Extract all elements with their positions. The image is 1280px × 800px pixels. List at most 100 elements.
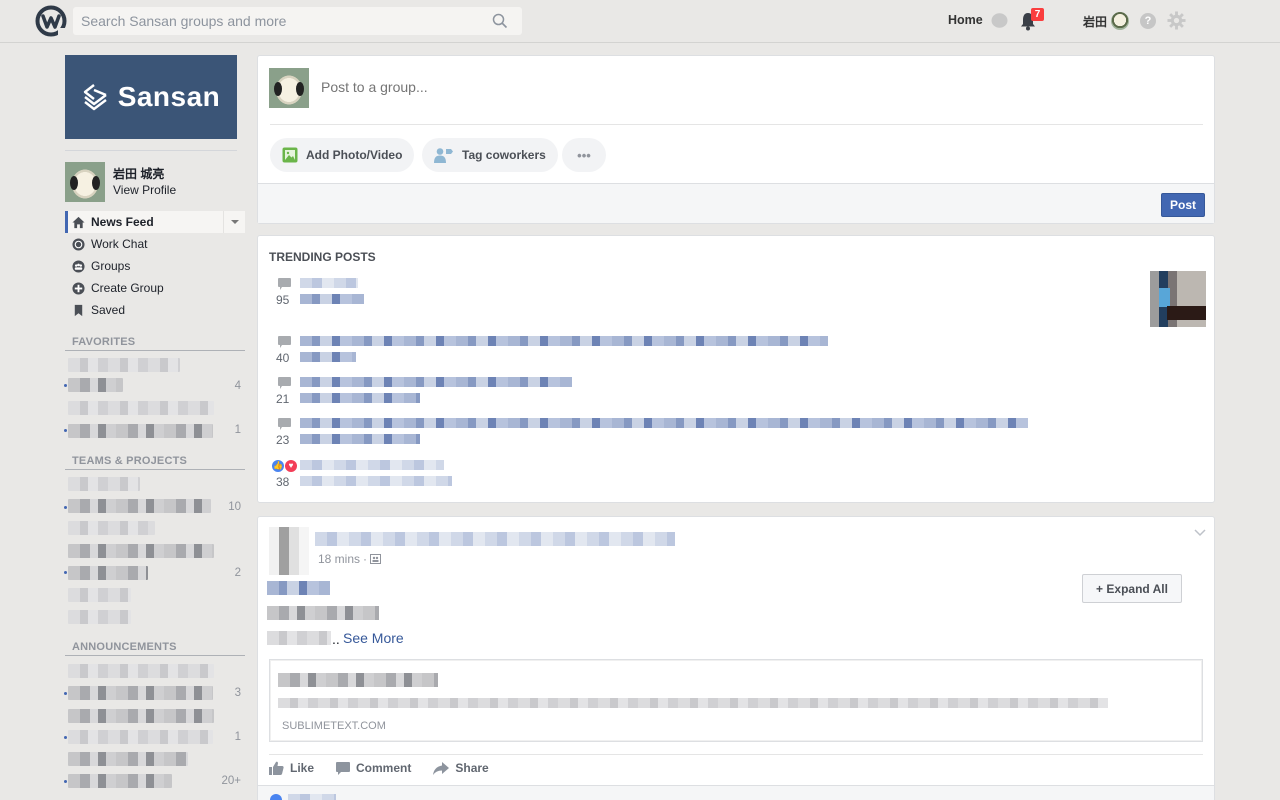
sidebar-group-link[interactable] [68,544,214,558]
sidebar-group-link[interactable] [68,378,123,392]
unread-dot [64,780,67,783]
share-arrow-icon [433,761,450,775]
love-reaction-icon: ♥ [285,460,297,472]
sidebar-group-link[interactable] [68,730,213,744]
brand-name: Sansan [117,81,221,112]
search-input[interactable] [73,7,473,35]
sidebar-group-link[interactable] [68,358,180,372]
meta-separator: · [363,552,368,566]
sidebar-group-link[interactable] [68,610,131,624]
sidebar-group-link[interactable] [68,499,211,513]
comment-label: Comment [356,761,412,775]
sidebar-nav: News Feed Work Chat Groups Create Group … [65,211,245,321]
plus-circle-icon [72,281,85,295]
bookmark-icon [74,304,83,316]
commenter-name[interactable] [288,794,336,800]
group-unread-count: 10 [228,501,241,513]
trending-post-title[interactable] [300,336,828,346]
composer-divider [270,124,1203,125]
post-author-and-group[interactable] [315,532,675,546]
trending-post-thumbnail[interactable] [1150,271,1206,327]
sidebar-group-link[interactable] [68,752,188,766]
profile-avatar[interactable] [65,162,105,202]
comment-count: 23 [276,433,290,447]
sidebar-group-link[interactable] [68,588,131,602]
share-button[interactable]: Share [433,761,489,775]
post-button[interactable]: Post [1161,193,1205,217]
sidebar-item-create-group[interactable]: Create Group [65,277,245,299]
trending-post-item[interactable]: 👍 ♥ 38 [258,460,1214,492]
post-text-line [267,606,379,620]
post-text-line [267,581,330,595]
post-timestamp[interactable]: 18 mins [318,552,360,566]
sidebar-group-link[interactable] [68,664,214,678]
trending-post-title[interactable] [300,377,572,387]
add-photo-video-button[interactable]: Add Photo/Video [270,138,415,172]
section-title-favorites[interactable]: FAVORITES [72,336,135,348]
post-input[interactable] [321,79,921,95]
comment-button[interactable]: Comment [336,761,411,775]
trending-post-group[interactable] [300,434,420,444]
section-divider [65,469,245,470]
tag-coworkers-button[interactable]: Tag coworkers [422,138,558,172]
sidebar-item-work-chat[interactable]: Work Chat [65,233,245,255]
user-avatar[interactable] [1111,12,1129,30]
sidebar-group-link[interactable] [68,401,214,415]
company-brand-banner[interactable]: Sansan [65,55,237,139]
sidebar-group-link[interactable] [68,424,213,438]
news-feed-options-dropdown[interactable] [223,211,245,233]
settings-gear-icon[interactable] [1167,11,1186,30]
link-preview-domain: SUBLIMETEXT.COM [282,720,386,732]
sidebar-item-saved[interactable]: Saved [65,299,245,321]
trending-post-item[interactable]: 40 [258,336,1214,368]
trending-post-item[interactable]: 95 [258,278,1214,310]
sidebar-item-groups[interactable]: Groups [65,255,245,277]
workplace-logo-icon[interactable] [34,4,68,38]
help-icon[interactable]: ? [1140,13,1156,29]
link-preview-title [278,673,438,687]
profile-name[interactable]: 岩田 城亮 [113,165,164,182]
section-title-teams-projects[interactable]: TEAMS & PROJECTS [72,455,187,467]
group-unread-count: 2 [234,567,241,579]
post-meta: 18 mins · [318,552,382,566]
post-options-chevron-icon[interactable] [1194,529,1206,537]
unread-dot [64,506,67,509]
sidebar-group-link[interactable] [68,521,155,535]
comment-count: 95 [276,293,290,307]
author-avatar[interactable] [269,527,309,575]
like-button[interactable]: Like [269,761,314,775]
trending-post-group[interactable] [300,476,452,486]
link-preview-card[interactable]: SUBLIMETEXT.COM [269,659,1203,742]
notification-badge: 7 [1031,8,1044,21]
trending-post-title[interactable] [300,278,358,288]
trending-post-group[interactable] [300,294,364,304]
sidebar-item-news-feed[interactable]: News Feed [65,211,245,233]
group-audience-icon [370,554,382,564]
trending-post-item[interactable]: 21 [258,377,1214,409]
sidebar-group-link[interactable] [68,477,140,491]
post-text-line [267,631,331,645]
post-divider [269,754,1203,755]
search-icon[interactable] [492,13,508,29]
trending-post-item[interactable]: 23 [258,418,1214,450]
user-name-link[interactable]: 岩田 [1083,13,1107,30]
link-preview-description [278,698,1108,708]
see-more-link[interactable]: See More [343,630,404,646]
unread-dot [64,736,67,739]
expand-all-button[interactable]: + Expand All [1082,574,1182,603]
view-profile-link[interactable]: View Profile [113,183,176,197]
home-link[interactable]: Home [948,13,983,27]
section-title-announcements[interactable]: ANNOUNCEMENTS [72,641,177,653]
trending-post-group[interactable] [300,352,356,362]
commenter-avatar[interactable] [270,794,282,800]
unread-dot [64,692,67,695]
sidebar-group-link[interactable] [68,566,148,580]
chat-icon[interactable] [991,13,1008,29]
trending-post-group[interactable] [300,393,420,403]
sidebar-group-link[interactable] [68,774,172,788]
sidebar-group-link[interactable] [68,686,213,700]
trending-post-title[interactable] [300,418,1028,428]
more-options-button[interactable]: ••• [562,138,606,172]
trending-post-title[interactable] [300,460,444,470]
sidebar-group-link[interactable] [68,709,214,723]
